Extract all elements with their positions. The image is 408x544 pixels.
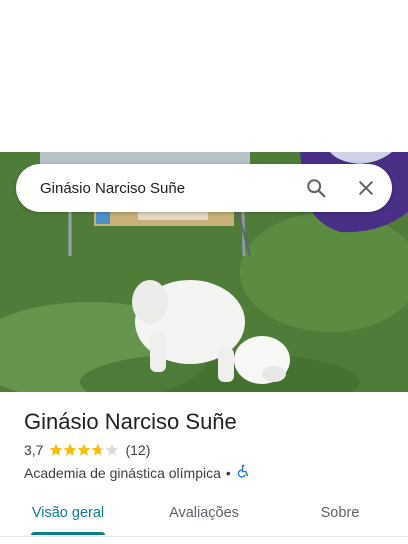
tab-reviews[interactable]: Avaliações: [136, 494, 272, 542]
search-icon[interactable]: [296, 168, 336, 208]
place-info: Ginásio Narciso Suñe 3,7 (12) Academia d…: [24, 408, 392, 481]
wheelchair-icon: [236, 464, 250, 481]
divider: [0, 536, 408, 537]
tab-about[interactable]: Sobre: [272, 494, 408, 542]
tab-bar: Visão geral Avaliações Sobre: [0, 494, 408, 542]
star-rating: [49, 443, 119, 457]
category-row: Academia de ginástica olímpica •: [24, 464, 392, 481]
place-category: Academia de ginástica olímpica: [24, 464, 221, 481]
active-tab-indicator: [31, 532, 105, 535]
rating-value: 3,7: [24, 442, 44, 458]
review-count[interactable]: (12): [125, 442, 150, 458]
tab-label: Visão geral: [31, 505, 105, 521]
place-title: Ginásio Narciso Suñe: [24, 409, 237, 434]
place-panel: Ginásio Narciso Suñe 3,7: [0, 0, 408, 544]
separator-dot: •: [225, 464, 231, 481]
close-icon[interactable]: [346, 168, 386, 208]
search-bar[interactable]: [16, 164, 392, 212]
stars-icon: [50, 443, 119, 456]
search-input[interactable]: [16, 164, 296, 212]
tab-label: Avaliações: [169, 505, 239, 521]
tab-overview[interactable]: Visão geral: [0, 494, 136, 542]
rating-row[interactable]: 3,7 (12): [24, 442, 392, 458]
tab-label: Sobre: [320, 505, 360, 521]
